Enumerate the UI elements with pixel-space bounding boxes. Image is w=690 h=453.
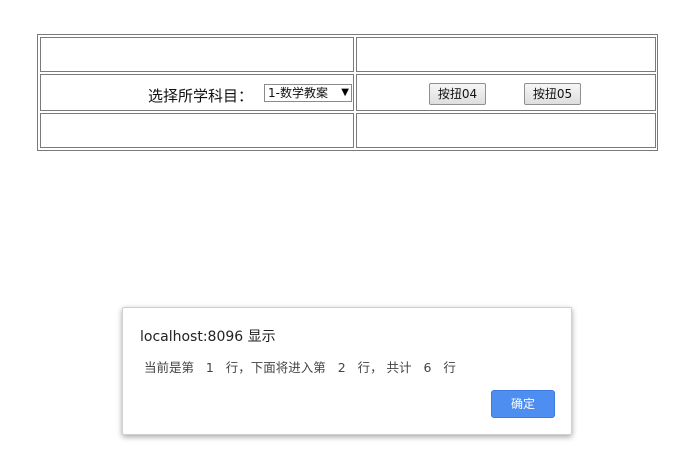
table-cell-r2-c2: 按扭04 按扭05	[356, 74, 656, 111]
dropdown-arrow-icon: ▼	[341, 87, 349, 98]
layout-table: 选择所学科目： 1-数学教案 ▼ 按扭04 按扭05	[37, 34, 658, 151]
alert-dialog: localhost:8096 显示 当前是第 1 行，下面将进入第 2 行， 共…	[122, 307, 572, 435]
button-05[interactable]: 按扭05	[524, 83, 581, 105]
table-cell-r2-c1: 选择所学科目： 1-数学教案 ▼	[40, 74, 354, 111]
ok-button[interactable]: 确定	[491, 390, 555, 418]
subject-select-value: 1-数学教案	[268, 86, 328, 100]
subject-label: 选择所学科目：	[148, 87, 254, 105]
page: 选择所学科目： 1-数学教案 ▼ 按扭04 按扭05 localhost:809…	[0, 0, 690, 453]
table-cell-r3-c1	[40, 113, 354, 148]
table-cell-r3-c2	[356, 113, 656, 148]
table-cell-r1-c2	[356, 37, 656, 72]
table-cell-r1-c1	[40, 37, 354, 72]
button-04[interactable]: 按扭04	[429, 83, 486, 105]
subject-select[interactable]: 1-数学教案 ▼	[264, 84, 352, 102]
dialog-message: 当前是第 1 行，下面将进入第 2 行， 共计 6 行	[144, 360, 456, 375]
dialog-title: localhost:8096 显示	[140, 329, 276, 345]
